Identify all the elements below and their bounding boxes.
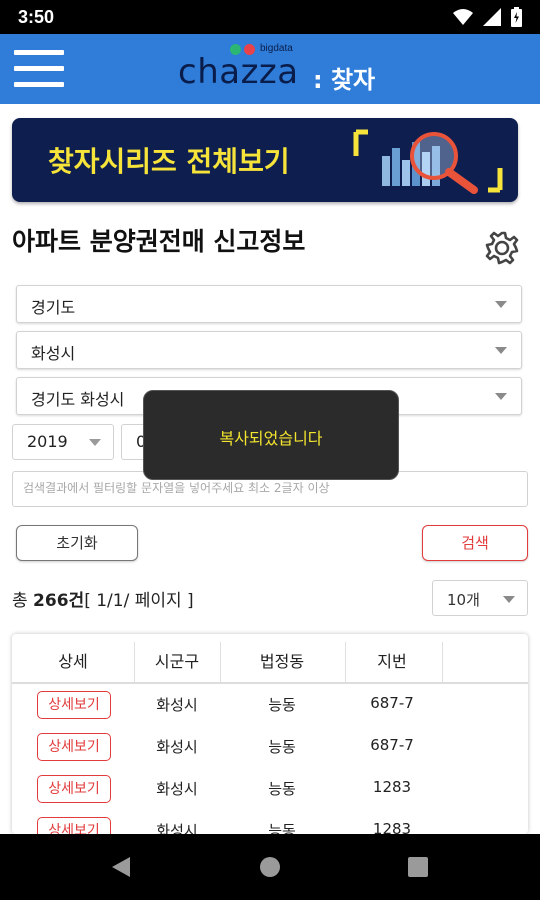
table-row: 상세보기 화성시 능동 687-7 [12, 684, 528, 726]
cell-sigungu: 화성시 [156, 738, 198, 756]
chevron-down-icon [503, 596, 515, 603]
app-logo: bigdata chazza : 찾자 [178, 42, 378, 98]
cell-jibun: 687-7 [370, 736, 414, 754]
home-icon[interactable] [259, 856, 281, 878]
status-icons [453, 7, 522, 27]
signal-icon [483, 8, 501, 26]
header-sigungu: 시군구 [154, 652, 200, 671]
results-table: 상세 시군구 법정동 지번 상세보기 화성시 능동 687-7 상세보기 화성시… [12, 634, 528, 834]
table-row: 상세보기 화성시 능동 687-7 [12, 726, 528, 768]
toast-message: 복사되었습니다 [219, 429, 323, 448]
header-jibun: 지번 [377, 652, 407, 671]
banner-text: 찾자시리즈 전체보기 [48, 145, 290, 178]
table-row: 상세보기 화성시 능동 1283 [12, 768, 528, 810]
cell-dong: 능동 [268, 822, 296, 834]
summary-count: 266건 [33, 591, 85, 611]
column-divider [442, 642, 443, 682]
table-row: 상세보기 화성시 능동 1283 [12, 810, 528, 834]
cell-sigungu: 화성시 [156, 696, 198, 714]
cell-jibun: 1283 [372, 820, 412, 834]
chevron-down-icon [495, 393, 507, 400]
battery-icon [511, 7, 522, 27]
city-value: 화성시 [31, 344, 76, 363]
gear-icon[interactable] [484, 230, 520, 266]
province-select[interactable]: 경기도 [16, 285, 522, 323]
province-value: 경기도 [31, 298, 76, 317]
table-header: 상세 시군구 법정동 지번 [12, 634, 528, 684]
reset-button[interactable]: 초기화 [16, 525, 138, 561]
column-divider [220, 642, 221, 682]
detail-button[interactable]: 상세보기 [37, 691, 111, 719]
per-page-value: 10개 [447, 591, 480, 609]
column-divider [134, 642, 135, 682]
cell-jibun: 687-7 [370, 694, 414, 712]
cell-sigungu: 화성시 [156, 780, 198, 798]
cell-dong: 능동 [268, 738, 296, 756]
wifi-icon [453, 9, 473, 25]
search-button[interactable]: 검색 [422, 525, 528, 561]
app-bar: bigdata chazza : 찾자 [0, 34, 540, 104]
city-select[interactable]: 화성시 [16, 331, 522, 369]
header-detail: 상세 [58, 652, 88, 671]
cell-sigungu: 화성시 [156, 822, 198, 834]
detail-button[interactable]: 상세보기 [37, 775, 111, 803]
copied-toast: 복사되었습니다 [143, 390, 399, 480]
chevron-down-icon [495, 301, 507, 308]
cell-dong: 능동 [268, 696, 296, 714]
menu-icon[interactable] [14, 50, 64, 90]
logo-suffix: : 찾자 [313, 66, 376, 94]
district-value: 경기도 화성시 [31, 390, 125, 409]
system-nav-bar [0, 834, 540, 900]
chevron-down-icon [495, 347, 507, 354]
year-value: 2019 [27, 432, 68, 451]
per-page-select[interactable]: 10개 [432, 580, 528, 616]
status-bar: 3:50 [0, 0, 540, 34]
logo-wordmark: chazza [178, 52, 299, 92]
recents-icon[interactable] [408, 857, 428, 877]
summary-prefix: 총 [12, 591, 34, 611]
detail-button[interactable]: 상세보기 [37, 733, 111, 761]
page-title: 아파트 분양권전매 신고정보 [12, 227, 306, 256]
result-summary: 총 266건[ 1/1/ 페이지 ] [12, 586, 194, 611]
header-beopjeongdong: 법정동 [259, 652, 305, 671]
magnifier-chart-icon [353, 129, 503, 194]
series-banner[interactable]: 찾자시리즈 전체보기 [12, 118, 518, 202]
column-divider [345, 642, 346, 682]
back-icon[interactable] [110, 855, 132, 879]
cell-jibun: 1283 [372, 778, 412, 796]
detail-button[interactable]: 상세보기 [37, 817, 111, 834]
cell-dong: 능동 [268, 780, 296, 798]
chevron-down-icon [89, 439, 101, 446]
summary-pages: [ 1/1/ 페이지 ] [84, 591, 194, 611]
year-select[interactable]: 2019 [12, 424, 114, 460]
status-time: 3:50 [18, 7, 55, 27]
